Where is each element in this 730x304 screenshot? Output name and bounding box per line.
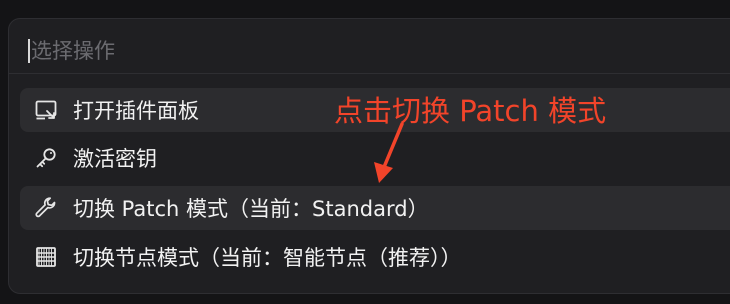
search-divider — [9, 73, 730, 74]
panel-icon — [33, 97, 59, 123]
text-caret — [28, 39, 30, 63]
menu-item-label: 激活密钥 — [73, 147, 157, 171]
key-icon — [33, 145, 59, 171]
search-input[interactable] — [31, 39, 591, 63]
menu-item-switch-patch-mode[interactable]: 切换 Patch 模式（当前：Standard） — [20, 186, 730, 230]
annotation-arrow-icon — [374, 122, 404, 183]
wrench-icon — [33, 195, 59, 221]
menu-item-label: 切换节点模式（当前：智能节点（推荐）） — [73, 246, 462, 270]
menu-item-label: 打开插件面板 — [73, 99, 199, 123]
menu-item-label: 切换 Patch 模式（当前：Standard） — [73, 197, 429, 221]
menu-item-switch-node-mode[interactable]: 切换节点模式（当前：智能节点（推荐）） — [20, 235, 730, 279]
server-icon — [33, 244, 59, 270]
search-bar[interactable] — [28, 34, 628, 68]
